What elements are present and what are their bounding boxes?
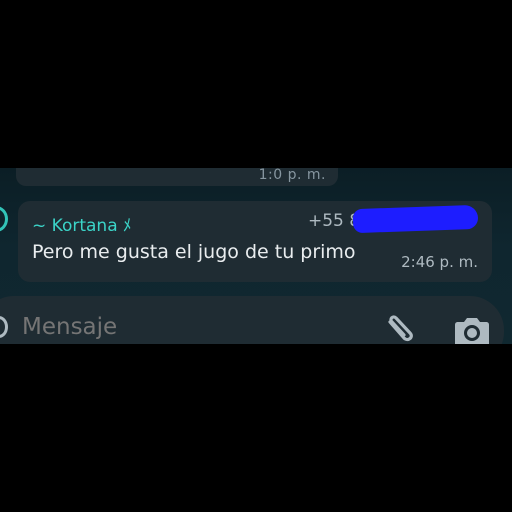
redaction-mark [352, 204, 479, 234]
message-time: 2:46 p. m. [401, 253, 478, 271]
chat-screen: 1:0 p. m. ~ Kortana ﾒ +55 88 ··· ··· 8 P… [0, 168, 512, 344]
message-bubble[interactable]: ~ Kortana ﾒ +55 88 ··· ··· 8 Pero me gus… [18, 201, 492, 282]
camera-icon[interactable] [452, 314, 492, 344]
message-input[interactable] [22, 312, 362, 342]
sender-name[interactable]: ~ Kortana ﾒ [32, 211, 132, 236]
paperclip-icon[interactable] [384, 312, 418, 344]
previous-message-bubble[interactable]: 1:0 p. m. [16, 168, 338, 186]
message-text: Pero me gusta el jugo de tu primo [32, 241, 356, 263]
previous-message-time: 1:0 p. m. [258, 168, 326, 183]
